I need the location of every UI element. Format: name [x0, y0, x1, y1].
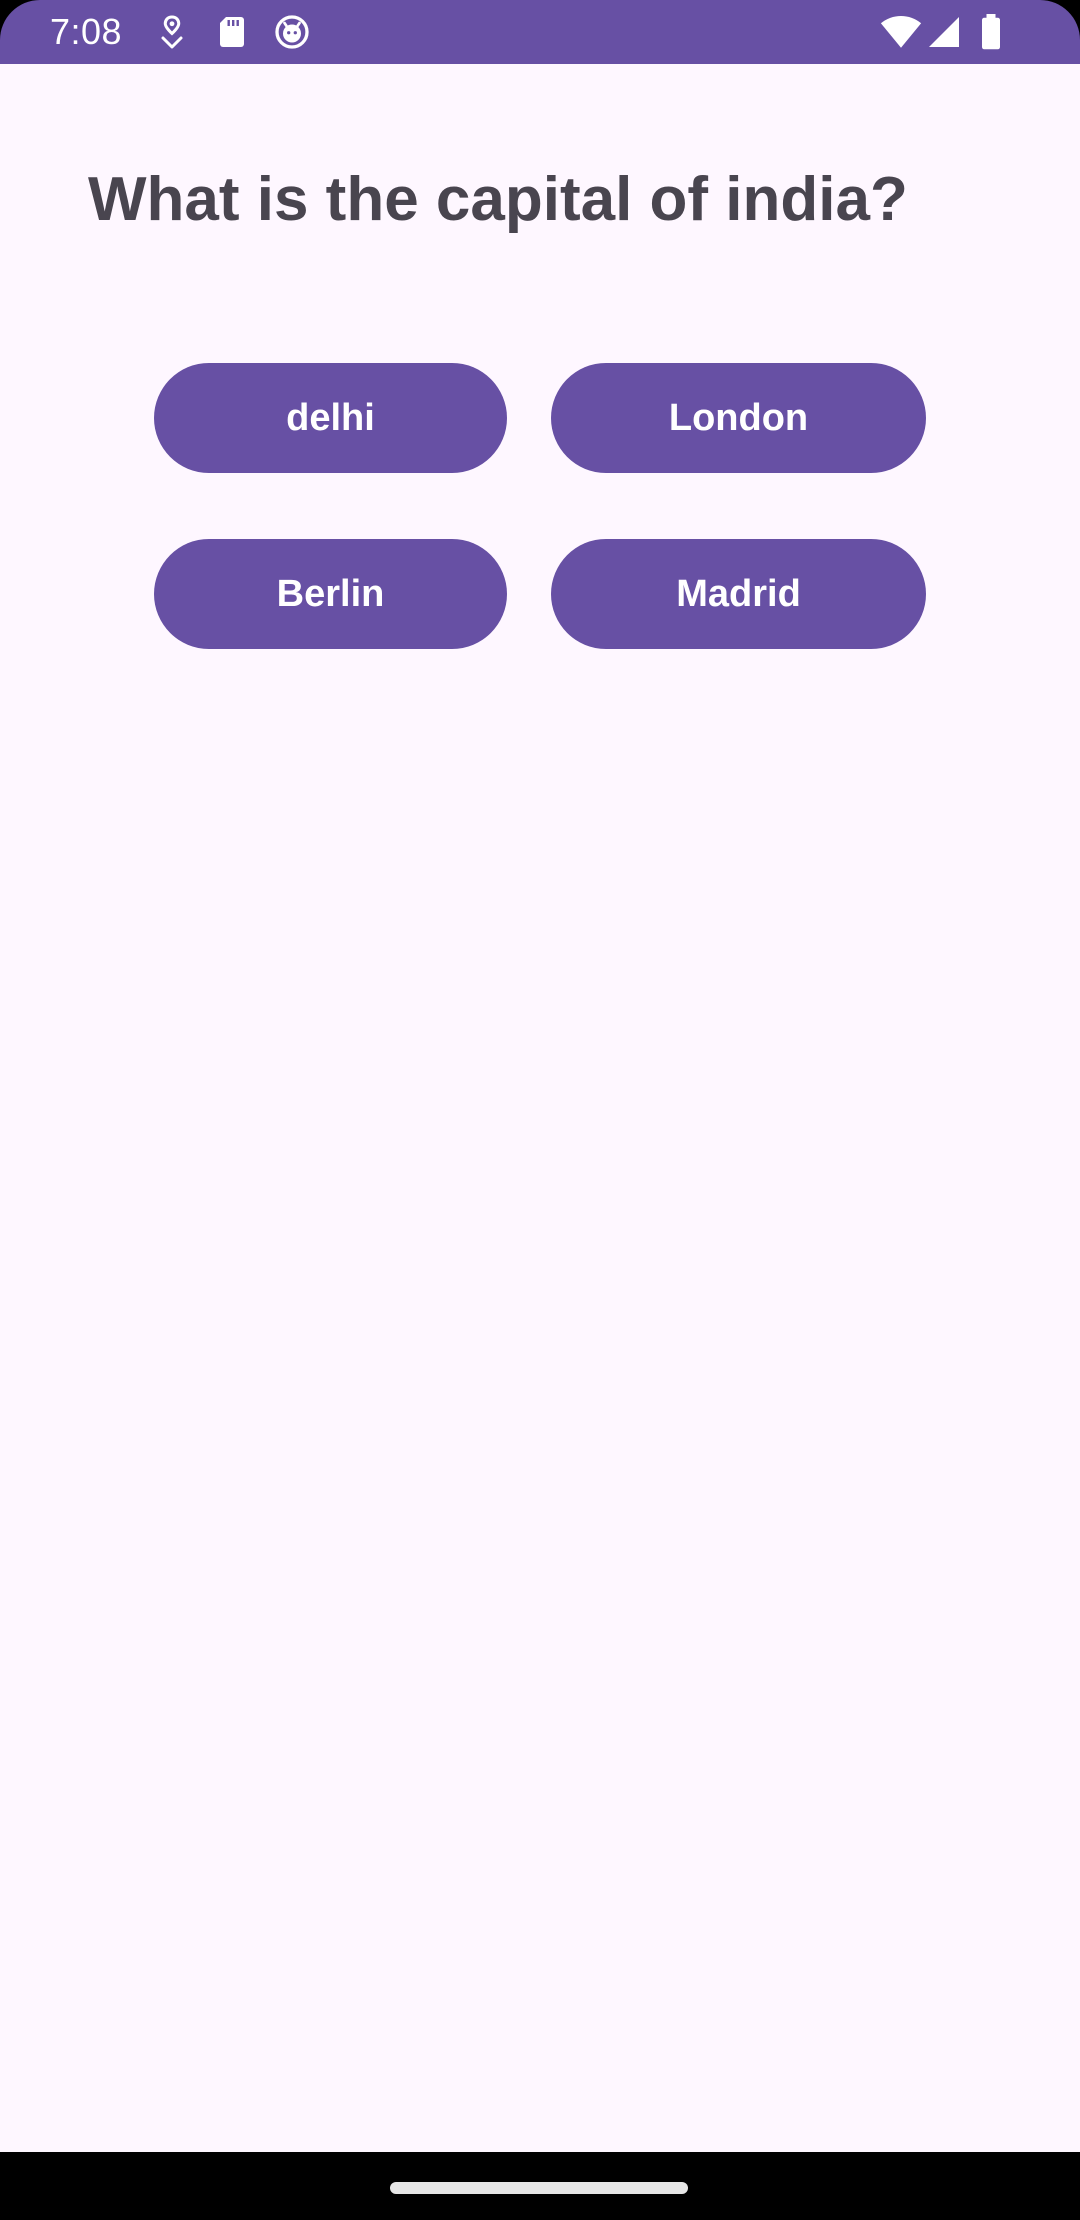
location-pin-icon — [161, 15, 183, 49]
question-text: What is the capital of india? — [88, 165, 908, 234]
status-bar: 7:08 — [0, 0, 1080, 64]
answer-button-delhi[interactable]: delhi — [154, 363, 507, 473]
app-face-icon — [275, 15, 309, 49]
phone-screen: 7:08 What is the capital of india? delhi… — [0, 0, 1080, 2220]
answer-button-madrid[interactable]: Madrid — [551, 539, 926, 649]
sd-card-icon — [220, 17, 244, 47]
wifi-icon — [880, 15, 922, 48]
status-time: 7:08 — [50, 11, 123, 52]
answer-button-london[interactable]: London — [551, 363, 926, 473]
answer-button-berlin[interactable]: Berlin — [154, 539, 507, 649]
cellular-signal-icon — [929, 17, 959, 47]
battery-icon — [982, 14, 1000, 50]
quiz-screen: What is the capital of india? delhi Lond… — [0, 64, 1080, 2152]
home-gesture-handle[interactable] — [390, 2182, 688, 2194]
